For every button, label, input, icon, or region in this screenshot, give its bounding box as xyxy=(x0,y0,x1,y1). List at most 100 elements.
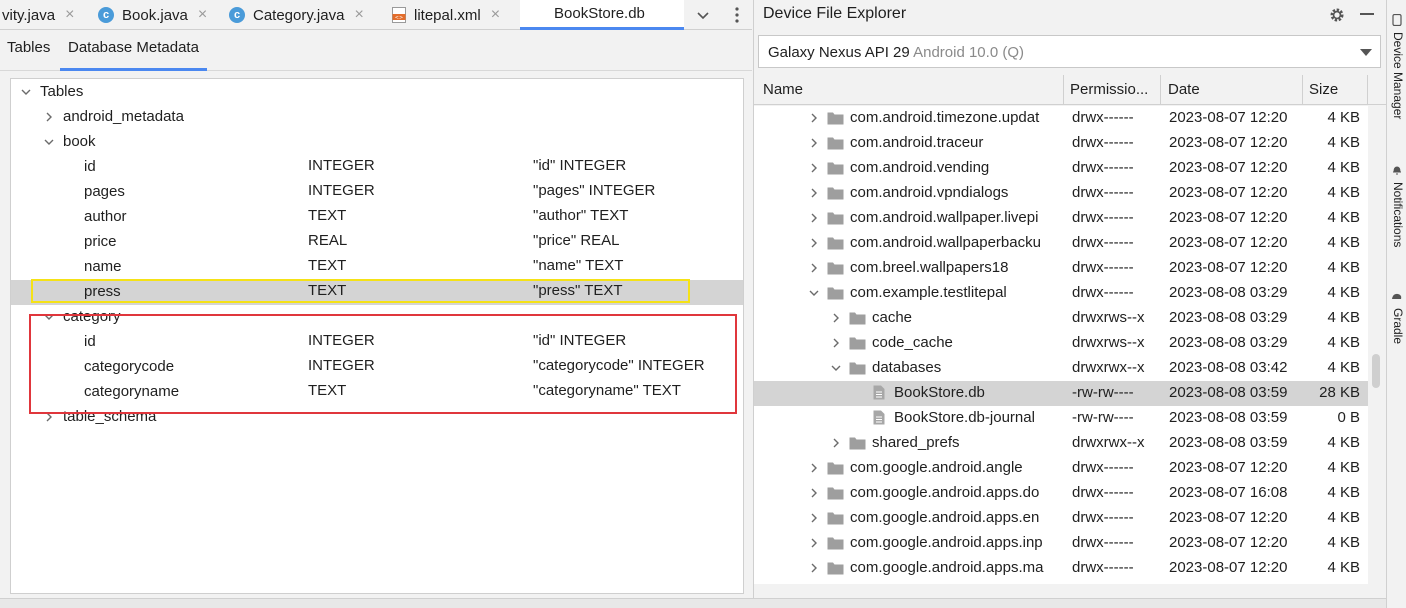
chevron-right-icon[interactable] xyxy=(830,337,842,349)
file-name: com.breel.wallpapers18 xyxy=(850,259,1009,276)
chevron-down-icon[interactable] xyxy=(830,362,842,374)
vertical-scrollbar[interactable] xyxy=(1368,106,1386,584)
close-icon[interactable]: × xyxy=(491,6,500,24)
file-permissions: drwxrws--x xyxy=(1072,334,1145,351)
column-header-name[interactable]: Name xyxy=(754,75,1064,105)
chevron-right-icon[interactable] xyxy=(808,162,820,174)
chevron-right-icon[interactable] xyxy=(808,237,820,249)
chevron-right-icon[interactable] xyxy=(808,137,820,149)
column-row[interactable]: price REAL "price" REAL xyxy=(11,230,743,255)
file-date: 2023-08-07 12:20 xyxy=(1169,234,1288,251)
folder-row[interactable]: com.android.wallpaper.livepi drwx------ 20… xyxy=(754,206,1368,231)
chevron-right-icon[interactable] xyxy=(808,462,820,474)
tree-node-tables[interactable]: Tables xyxy=(11,80,743,105)
column-header-permissions[interactable]: Permissio... xyxy=(1064,75,1161,105)
tab-category-java[interactable]: c Category.java × xyxy=(229,0,364,30)
column-header-date[interactable]: Date xyxy=(1161,75,1303,105)
scrollbar-thumb[interactable] xyxy=(1372,354,1380,388)
folder-row[interactable]: com.google.android.apps.en drwx------ 2023… xyxy=(754,506,1368,531)
tool-window-strip: Device Manager Notifications Gradle xyxy=(1386,0,1406,608)
yellow-highlight-box xyxy=(31,279,690,303)
file-date: 2023-08-07 12:20 xyxy=(1169,209,1288,226)
column-name: author xyxy=(84,208,127,225)
folder-row[interactable]: com.android.vending drwx------ 2023-08-07 … xyxy=(754,156,1368,181)
file-permissions: drwx------ xyxy=(1072,234,1134,251)
tool-notifications[interactable]: Notifications xyxy=(1391,182,1405,247)
chevron-right-icon[interactable] xyxy=(43,111,55,123)
folder-icon xyxy=(827,287,844,300)
chevron-right-icon[interactable] xyxy=(830,312,842,324)
file-row[interactable]: BookStore.db -rw-rw---- 2023-08-08 03:59 28… xyxy=(754,381,1368,406)
db-subtab-bar: Tables Database Metadata xyxy=(0,31,752,71)
column-row[interactable]: name TEXT "name" TEXT xyxy=(11,255,743,280)
folder-icon xyxy=(849,437,866,450)
device-selector[interactable]: Galaxy Nexus API 29 Android 10.0 (Q) xyxy=(758,35,1381,68)
close-icon[interactable]: × xyxy=(65,6,74,24)
gradle-icon[interactable] xyxy=(1391,290,1403,302)
minimize-icon[interactable] xyxy=(1360,13,1374,16)
tab-book-java[interactable]: c Book.java × xyxy=(98,0,207,30)
chevron-down-icon[interactable] xyxy=(20,86,32,98)
chevron-right-icon[interactable] xyxy=(808,512,820,524)
file-date: 2023-08-07 12:20 xyxy=(1169,159,1288,176)
column-type: TEXT xyxy=(308,257,347,274)
column-type: INTEGER xyxy=(308,157,375,174)
chevron-right-icon[interactable] xyxy=(808,187,820,199)
file-size: 4 KB xyxy=(1327,509,1360,526)
tab-label: litepal.xml xyxy=(414,6,481,24)
file-date: 2023-08-07 12:20 xyxy=(1169,134,1288,151)
folder-row[interactable]: com.android.vpndialogs drwx------ 2023-08-… xyxy=(754,181,1368,206)
column-header-size[interactable]: Size xyxy=(1303,75,1368,105)
folder-row[interactable]: com.android.wallpaperbacku drwx------ 2023… xyxy=(754,231,1368,256)
subtab-database-metadata[interactable]: Database Metadata xyxy=(60,39,207,71)
chevron-down-icon[interactable] xyxy=(43,136,55,148)
folder-row[interactable]: com.google.android.apps.inp drwx------ 202… xyxy=(754,531,1368,556)
tab-litepal-xml[interactable]: <> litepal.xml × xyxy=(392,0,500,30)
file-name: BookStore.db xyxy=(894,384,985,401)
folder-row[interactable]: com.example.testlitepal drwx------ 2023-08… xyxy=(754,281,1368,306)
column-row[interactable]: author TEXT "author" TEXT xyxy=(11,205,743,230)
chevron-right-icon[interactable] xyxy=(808,212,820,224)
folder-row[interactable]: databases drwxrwx--x 2023-08-08 03:42 4 KB xyxy=(754,356,1368,381)
gear-icon[interactable] xyxy=(1328,6,1346,24)
more-options-icon[interactable] xyxy=(726,0,748,30)
device-file-explorer-pane: Device File Explorer Galaxy Nexus API 29… xyxy=(753,0,1386,608)
chevron-right-icon[interactable] xyxy=(808,262,820,274)
folder-row[interactable]: code_cache drwxrws--x 2023-08-08 03:29 4 KB xyxy=(754,331,1368,356)
chevron-right-icon[interactable] xyxy=(808,112,820,124)
file-date: 2023-08-08 03:42 xyxy=(1169,359,1288,376)
close-icon[interactable]: × xyxy=(198,6,207,24)
folder-row[interactable]: com.google.android.angle drwx------ 2023-0… xyxy=(754,456,1368,481)
subtab-tables[interactable]: Tables xyxy=(7,39,50,56)
class-c-icon: c xyxy=(229,7,245,23)
bell-icon[interactable] xyxy=(1391,164,1403,176)
chevron-right-icon[interactable] xyxy=(808,487,820,499)
tab-list-chevron-icon[interactable] xyxy=(690,0,716,30)
chevron-right-icon[interactable] xyxy=(808,562,820,574)
column-row[interactable]: id INTEGER "id" INTEGER xyxy=(11,155,743,180)
tab-bookstore-db[interactable]: BookStore.db xyxy=(520,0,684,30)
chevron-down-icon[interactable] xyxy=(808,287,820,299)
folder-row[interactable]: com.android.timezone.updat drwx------ 2023… xyxy=(754,106,1368,131)
file-name: com.google.android.apps.ma xyxy=(850,559,1044,576)
device-manager-icon[interactable] xyxy=(1391,14,1403,26)
tool-gradle[interactable]: Gradle xyxy=(1391,308,1405,344)
tree-node-android-metadata[interactable]: android_metadata xyxy=(11,105,743,130)
folder-row[interactable]: com.google.android.apps.do drwx------ 2023… xyxy=(754,481,1368,506)
chevron-right-icon[interactable] xyxy=(830,437,842,449)
folder-row[interactable]: com.google.android.apps.ma drwx------ 2023… xyxy=(754,556,1368,581)
tab-label: Category.java xyxy=(253,6,345,24)
folder-row[interactable]: shared_prefs drwxrwx--x 2023-08-08 03:59 4 … xyxy=(754,431,1368,456)
folder-row[interactable]: com.android.traceur drwx------ 2023-08-07 … xyxy=(754,131,1368,156)
dropdown-arrow-icon[interactable] xyxy=(1360,49,1372,56)
folder-row[interactable]: com.breel.wallpapers18 drwx------ 2023-08-… xyxy=(754,256,1368,281)
tab-activity-java[interactable]: vity.java × xyxy=(2,0,74,30)
tree-node-book[interactable]: book xyxy=(11,130,743,155)
column-row[interactable]: pages INTEGER "pages" INTEGER xyxy=(11,180,743,205)
chevron-right-icon[interactable] xyxy=(808,537,820,549)
file-row[interactable]: BookStore.db-journal -rw-rw---- 2023-08-08… xyxy=(754,406,1368,431)
folder-row[interactable]: cache drwxrws--x 2023-08-08 03:29 4 KB xyxy=(754,306,1368,331)
file-date: 2023-08-07 12:20 xyxy=(1169,459,1288,476)
tool-device-manager[interactable]: Device Manager xyxy=(1391,32,1405,119)
close-icon[interactable]: × xyxy=(354,6,363,24)
